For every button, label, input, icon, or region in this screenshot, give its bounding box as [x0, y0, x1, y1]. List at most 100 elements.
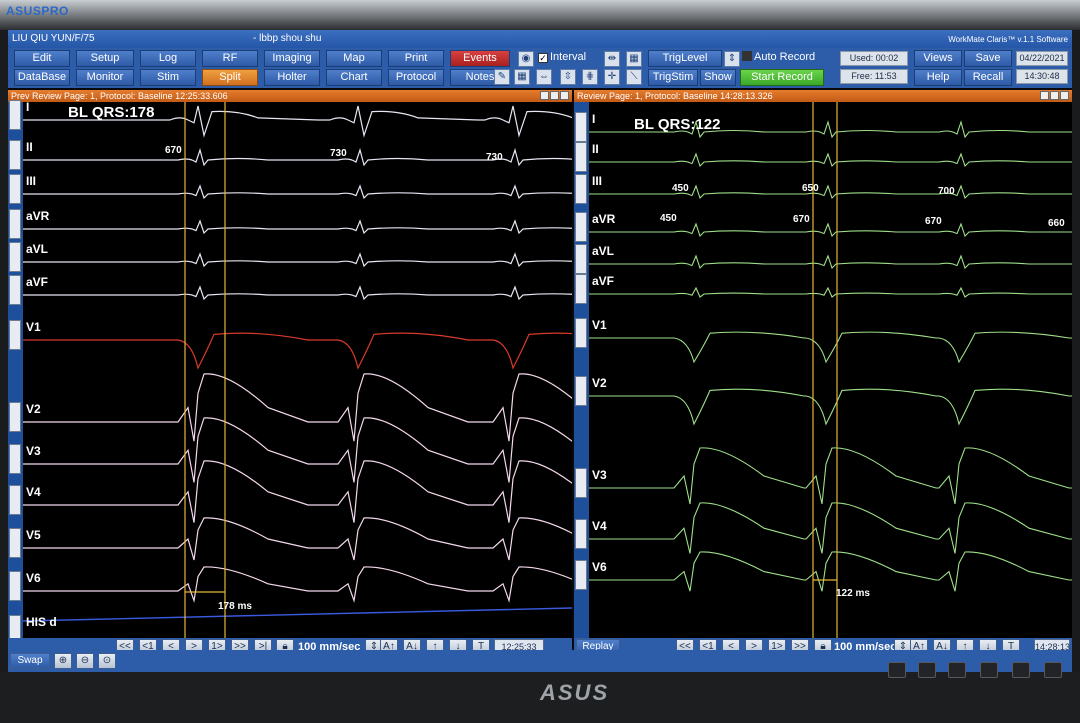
zoom-reset-icon[interactable]: ⊙ [98, 653, 116, 669]
lead-tab[interactable] [575, 376, 587, 406]
camera-icon[interactable]: ◉ [518, 51, 534, 67]
left-qrs-title: BL QRS:178 [68, 104, 155, 121]
toolbar-protocol-button[interactable]: Protocol [388, 69, 444, 86]
auto-record-checkbox[interactable]: Auto Record [742, 51, 815, 63]
toolbar-holter-button[interactable]: Holter [264, 69, 320, 86]
triglevel-button[interactable]: TrigLevel [648, 50, 722, 67]
caliper-icon[interactable]: ⇹ [604, 51, 620, 67]
adjust-icon[interactable]: ⇕ [724, 51, 740, 67]
lead-tab[interactable] [9, 615, 21, 638]
zoom-out-icon[interactable]: ⊖ [76, 653, 94, 669]
lead-tab[interactable] [9, 174, 21, 204]
lead-tab[interactable] [575, 318, 587, 348]
left-pane-lead-v3: V3 [26, 444, 41, 458]
ecg-trace-left-2 [23, 184, 572, 200]
left-pane-lead-v2: V2 [26, 402, 41, 416]
lines-icon[interactable]: ⋕ [582, 69, 598, 85]
lead-tab[interactable] [575, 274, 587, 304]
hw-button-3-icon[interactable] [948, 662, 966, 678]
toolbar-setup-button[interactable]: Setup [76, 50, 134, 67]
right-ecg-traces[interactable] [589, 102, 1072, 638]
swap-button[interactable]: Swap [10, 653, 50, 669]
toolbar-stim-button[interactable]: Stim [140, 69, 196, 86]
right-pane-header: Review Page: 1, Protocol: Baseline 14:28… [574, 90, 1072, 102]
toolbar-log-button[interactable]: Log [140, 50, 196, 67]
lead-tab[interactable] [9, 242, 21, 272]
brand-bottom-label: ASUS [540, 680, 610, 705]
auto-record-label: Auto Record [754, 51, 816, 63]
toolbar-print-button[interactable]: Print [388, 50, 444, 67]
show-button[interactable]: Show [700, 69, 736, 86]
views-button[interactable]: Views [914, 50, 962, 67]
lead-tab[interactable] [575, 468, 587, 498]
lead-tab[interactable] [575, 212, 587, 242]
right-lead-strip [574, 102, 589, 638]
toolbar-imaging-button[interactable]: Imaging [264, 50, 320, 67]
toolbar-split-button[interactable]: Split [202, 69, 258, 86]
right-qrs-title: BL QRS:122 [634, 116, 721, 133]
crosshair-icon[interactable]: ✛ [604, 69, 620, 85]
minimize-icon[interactable] [540, 91, 549, 100]
maximize-icon[interactable] [1050, 91, 1059, 100]
patient-name: LIU QIU YUN/F/75 [12, 33, 95, 44]
toolbar-edit-button[interactable]: Edit [14, 50, 70, 67]
left-ecg-traces[interactable] [23, 102, 572, 638]
toolbar-chart-button[interactable]: Chart [326, 69, 382, 86]
grid-icon[interactable]: ▦ [514, 69, 530, 85]
close-icon[interactable] [1060, 91, 1069, 100]
lead-tab[interactable] [575, 560, 587, 590]
ecg-trace-right-8 [589, 447, 1072, 505]
ecg-trace-left-8 [23, 417, 572, 483]
lead-tab[interactable] [9, 320, 21, 350]
diagonal-icon[interactable]: ⟍ [626, 69, 642, 85]
lead-tab[interactable] [9, 209, 21, 239]
toolbar-events-button[interactable]: Events [450, 50, 510, 67]
lead-tab[interactable] [9, 275, 21, 305]
toolbar-rf-button[interactable]: RF [202, 50, 258, 67]
lead-tab[interactable] [9, 571, 21, 601]
recall-button[interactable]: Recall [964, 69, 1012, 86]
lead-tab[interactable] [9, 402, 21, 432]
lead-tab[interactable] [575, 174, 587, 204]
left-pane-lead-avf: aVF [26, 275, 49, 289]
ecg-trace-left-6 [23, 332, 572, 370]
lead-tab[interactable] [9, 485, 21, 515]
right-pane-lead-v3: V3 [592, 468, 607, 482]
his-trace [23, 607, 572, 622]
maximize-icon[interactable] [550, 91, 559, 100]
toolbar-map-button[interactable]: Map [326, 50, 382, 67]
fit-width-icon[interactable]: ⇔ [536, 69, 552, 85]
close-icon[interactable] [560, 91, 569, 100]
power-button-icon[interactable] [1044, 662, 1062, 678]
ecg-trace-right-5 [589, 286, 1072, 298]
lead-tab[interactable] [575, 142, 587, 172]
hw-button-2-icon[interactable] [918, 662, 936, 678]
start-record-button[interactable]: Start Record [740, 69, 824, 86]
lead-tab[interactable] [9, 140, 21, 170]
save-button[interactable]: Save [964, 50, 1012, 67]
lead-tab[interactable] [575, 112, 587, 142]
calculator-icon[interactable]: ▦ [626, 51, 642, 67]
left-pane-lead-his-d: HIS d [26, 615, 57, 629]
lead-tab[interactable] [9, 444, 21, 474]
left-pane-lead-ii: II [26, 140, 33, 154]
ecg-trace-right-4 [589, 254, 1072, 270]
toolbar-monitor-button[interactable]: Monitor [76, 69, 134, 86]
trigstim-button[interactable]: TrigStim [648, 69, 698, 86]
right-iii-interval-4: 660 [1048, 218, 1065, 229]
zoom-in-icon[interactable]: ⊕ [54, 653, 72, 669]
toolbar-database-button[interactable]: DataBase [14, 69, 70, 86]
fit-height-icon[interactable]: ⇳ [560, 69, 576, 85]
minimize-icon[interactable] [1040, 91, 1049, 100]
hw-button-1-icon[interactable] [888, 662, 906, 678]
pen-icon[interactable]: ✎ [494, 69, 510, 85]
hw-button-5-icon[interactable] [1012, 662, 1030, 678]
lead-tab[interactable] [9, 100, 21, 130]
lead-tab[interactable] [9, 528, 21, 558]
lead-tab[interactable] [575, 519, 587, 549]
interval-checkbox[interactable]: ✓ Interval [538, 51, 586, 63]
help-button[interactable]: Help [914, 69, 962, 86]
lead-tab[interactable] [575, 244, 587, 274]
hw-button-4-icon[interactable] [980, 662, 998, 678]
ecg-trace-right-7 [589, 388, 1072, 426]
